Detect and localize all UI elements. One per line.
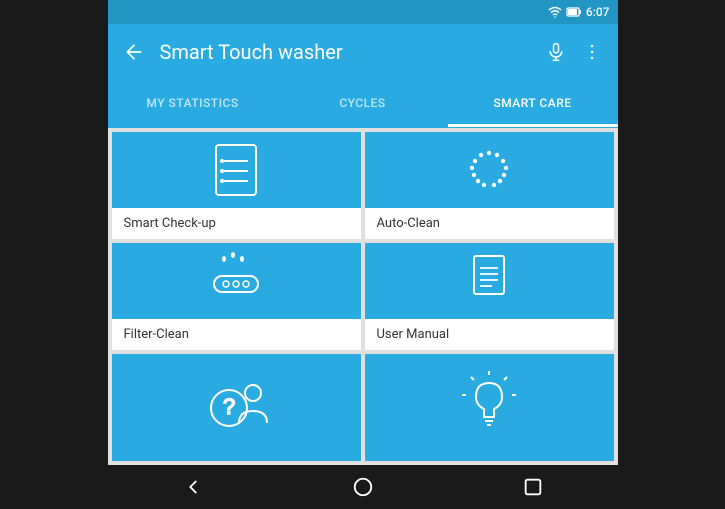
smart-care-grid: Smart Check-up [108,128,618,465]
recent-square-icon [522,476,544,498]
lightbulb-icon [444,363,534,453]
tab-my-statistics[interactable]: MY STATISTICS [108,82,278,124]
more-vertical-icon [582,42,602,62]
microphone-button[interactable] [542,38,570,66]
help-icon-container: ? [112,354,361,461]
tab-smart-care[interactable]: SMART CARE [448,82,618,124]
checkup-icon [201,135,271,205]
top-bar-actions [542,38,606,66]
phone-frame: 6:07 Smart Touch washer [108,0,618,509]
microphone-icon [546,42,566,62]
home-circle-icon [352,476,374,498]
user-manual-icon-container [365,243,614,319]
auto-clean-item[interactable]: Auto-Clean [365,132,614,239]
back-nav-button[interactable] [182,476,204,498]
time-display: 6:07 [586,5,610,19]
bottom-nav [108,465,618,509]
top-bar: Smart Touch washer [108,24,618,80]
page-title: Smart Touch washer [160,40,542,64]
filter-clean-icon-container [112,243,361,319]
filter-clean-icon [196,246,276,316]
back-button[interactable] [120,38,148,66]
recent-nav-button[interactable] [522,476,544,498]
help-item[interactable]: ? [112,354,361,461]
back-arrow-icon [124,42,144,62]
auto-clean-icon [454,135,524,205]
smart-checkup-label: Smart Check-up [112,208,361,239]
status-bar: 6:07 [108,0,618,24]
user-manual-icon [454,246,524,316]
tips-item[interactable] [365,354,614,461]
battery-icon [566,6,582,18]
smart-checkup-icon-container [112,132,361,208]
help-icon: ? [191,363,281,453]
status-bar-icons: 6:07 [548,5,610,19]
svg-text:?: ? [223,394,235,419]
tabs-bar: MY STATISTICS CYCLES SMART CARE [108,80,618,128]
more-button[interactable] [578,38,606,66]
home-nav-button[interactable] [352,476,374,498]
auto-clean-label: Auto-Clean [365,208,614,239]
tips-icon-container [365,354,614,461]
user-manual-label: User Manual [365,319,614,350]
user-manual-item[interactable]: User Manual [365,243,614,350]
auto-clean-icon-container [365,132,614,208]
tab-cycles[interactable]: CYCLES [278,82,448,124]
smart-checkup-item[interactable]: Smart Check-up [112,132,361,239]
back-triangle-icon [182,476,204,498]
wifi-icon [548,6,562,18]
filter-clean-label: Filter-Clean [112,319,361,350]
filter-clean-item[interactable]: Filter-Clean [112,243,361,350]
